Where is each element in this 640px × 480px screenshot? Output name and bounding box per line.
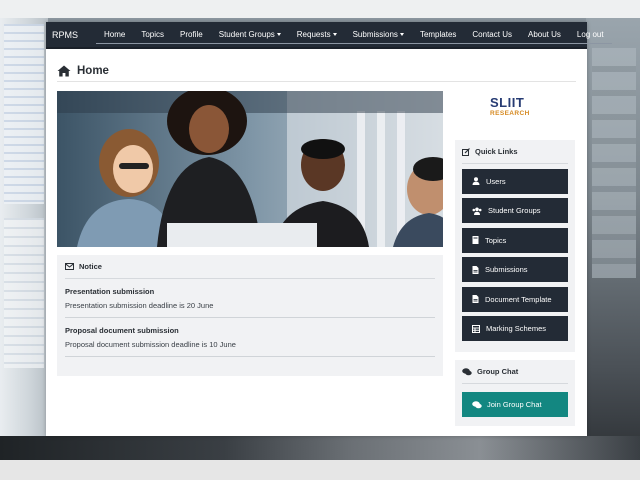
nav-label: Submissions (352, 29, 398, 39)
nav-item-templates[interactable]: Templates (412, 30, 464, 39)
logo-text: SLIIT (490, 95, 525, 110)
quick-link-label: Document Template (485, 294, 552, 304)
nav-item-student-groups[interactable]: Student Groups (211, 30, 289, 39)
quick-links-panel: Quick Links Users Student Groups Topics … (455, 140, 575, 352)
group-chat-panel: Group Chat Join Group Chat (455, 360, 575, 426)
envelope-icon (65, 263, 74, 270)
background-keyboard-hands (0, 436, 640, 460)
quick-link-users[interactable]: Users (462, 168, 568, 194)
user-icon (472, 177, 480, 185)
caret-down-icon (399, 32, 404, 36)
home-icon (57, 65, 71, 76)
nav-label: Requests (296, 29, 331, 39)
notice-header: Notice (65, 255, 435, 279)
nav-label: Student Groups (218, 29, 275, 39)
nav-item-topics[interactable]: Topics (133, 30, 172, 39)
notice-item-body: Presentation submission deadline is 20 J… (65, 301, 214, 310)
quick-link-label: Marking Schemes (486, 324, 547, 333)
sliit-research-logo: SLIIT RESEARCH (490, 96, 538, 128)
notice-item-title: Presentation submission (65, 287, 155, 296)
quick-links-header: Quick Links (462, 140, 568, 164)
quick-link-label: Submissions (485, 265, 528, 274)
nav-label: Contact Us (472, 29, 512, 39)
page-title: Home (77, 64, 109, 77)
quick-link-topics[interactable]: Topics (462, 227, 568, 253)
quick-link-submissions[interactable]: Submissions (462, 257, 568, 282)
table-icon (472, 324, 480, 333)
caret-down-icon (332, 32, 337, 36)
book-icon (472, 236, 479, 244)
notice-item-body: Proposal document submission deadline is… (65, 340, 236, 349)
nav-label: Home (104, 29, 126, 39)
nav-item-about-us[interactable]: About Us (520, 30, 569, 39)
navbar-brand[interactable]: RPMS (52, 30, 78, 40)
notice-item: Presentation submission Presentation sub… (65, 279, 435, 318)
background-frame-bottom (0, 460, 640, 480)
group-chat-heading: Group Chat (477, 367, 519, 376)
background-frame-top (0, 0, 640, 18)
caret-down-icon (276, 32, 281, 36)
group-chat-header: Group Chat (462, 360, 568, 384)
comments-icon (462, 367, 472, 375)
nav-item-requests[interactable]: Requests (289, 30, 345, 39)
comments-icon (472, 400, 482, 408)
join-group-chat-button[interactable]: Join Group Chat (462, 392, 568, 417)
notice-item-title: Proposal document submission (65, 326, 179, 335)
notice-panel: Notice Presentation submission Presentat… (57, 255, 443, 376)
nav-item-home[interactable]: Home (96, 30, 133, 39)
background-laptop-screen (0, 18, 48, 458)
quick-link-label: Users (486, 176, 506, 186)
nav-item-contact-us[interactable]: Contact Us (464, 30, 520, 39)
nav-label: Topics (141, 29, 165, 39)
users-icon (472, 207, 482, 215)
quick-link-document-template[interactable]: Document Template (462, 286, 568, 312)
notice-item: Proposal document submission Proposal do… (65, 318, 435, 357)
quick-link-label: Topics (485, 235, 507, 245)
edit-icon (462, 147, 470, 156)
nav-label: Templates (419, 29, 457, 39)
page-header: Home (57, 60, 576, 82)
join-group-chat-label: Join Group Chat (487, 400, 542, 409)
nav-label: Log out (576, 29, 604, 39)
hero-image (57, 91, 443, 247)
nav-item-submissions[interactable]: Submissions (345, 30, 412, 39)
logo-subtext: RESEARCH (490, 110, 530, 117)
navbar: RPMS Home Topics Profile Student Groups … (46, 22, 612, 49)
nav-item-profile[interactable]: Profile (172, 30, 211, 39)
quick-link-marking-schemes[interactable]: Marking Schemes (462, 316, 568, 341)
students-photo (57, 91, 443, 247)
quick-link-student-groups[interactable]: Student Groups (462, 198, 568, 223)
quick-links-heading: Quick Links (475, 147, 518, 156)
notice-heading: Notice (79, 262, 102, 271)
nav-label: About Us (527, 29, 561, 39)
nav-item-log-out[interactable]: Log out (569, 30, 612, 39)
nav-label: Profile (180, 29, 203, 39)
nav-items: Home Topics Profile Student Groups Reque… (96, 26, 612, 44)
background-right-scene (586, 18, 640, 458)
file-icon (472, 295, 479, 303)
quick-link-label: Student Groups (488, 206, 541, 215)
main-card: RPMS Home Topics Profile Student Groups … (46, 22, 612, 436)
file-icon (472, 265, 479, 274)
